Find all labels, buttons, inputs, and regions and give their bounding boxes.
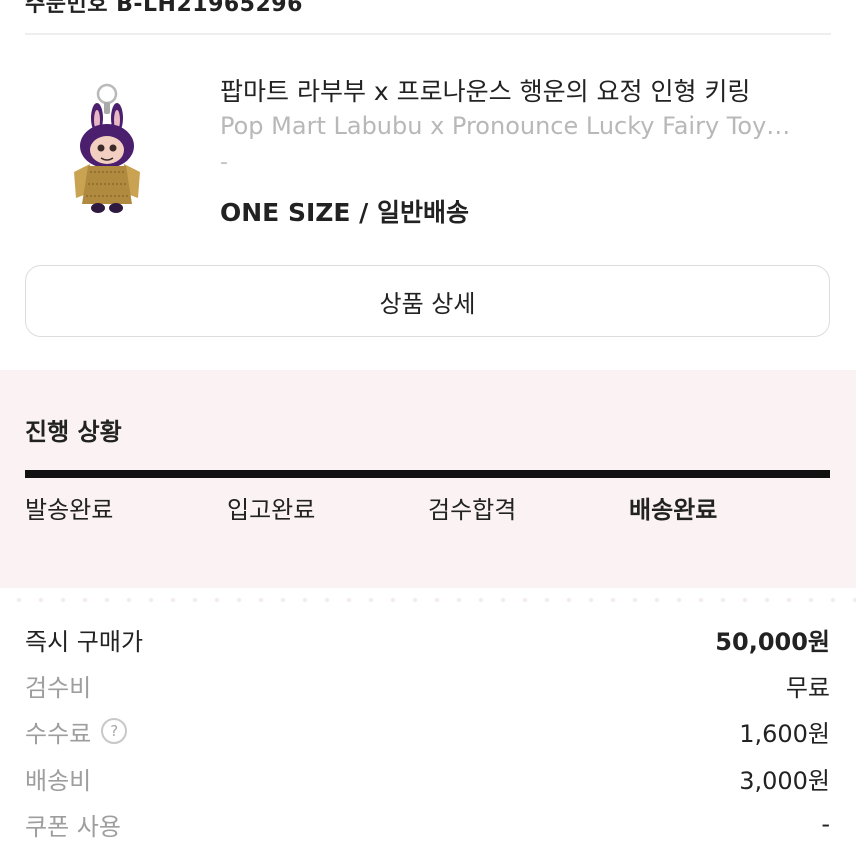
price-label: 검수비 — [25, 673, 92, 702]
price-value: 무료 — [785, 673, 830, 702]
product-image[interactable] — [60, 80, 150, 220]
price-label: 배송비 — [25, 766, 92, 795]
progress-step-inspected: 검수합격 — [428, 496, 517, 524]
price-row-coupon: 쿠폰 사용 - — [25, 806, 830, 842]
price-label: 수수료 — [25, 719, 92, 748]
question-circle-icon[interactable]: ? — [101, 718, 128, 744]
progress-step-shipped: 발송완료 — [25, 496, 114, 524]
progress-bar-fill — [25, 470, 830, 478]
price-value: - — [821, 810, 830, 838]
progress-step-received: 입고완료 — [227, 496, 316, 524]
product-title-korean[interactable]: 팝마트 라부부 x 프로나운스 행운의 요정 인형 키링 — [220, 72, 750, 108]
price-value: 50,000원 — [715, 627, 830, 656]
product-option: ONE SIZE / 일반배송 — [220, 198, 470, 227]
price-label-group: 수수료 ? — [25, 714, 128, 749]
price-label: 쿠폰 사용 — [25, 812, 121, 841]
progress-step-delivered: 배송완료 — [629, 496, 718, 524]
product-detail-button[interactable]: 상품 상세 — [25, 265, 830, 337]
price-label: 즉시 구매가 — [25, 627, 144, 656]
price-row-inspection-fee: 검수비 무료 — [25, 667, 830, 703]
divider — [25, 33, 831, 35]
decorative-divider — [0, 590, 856, 610]
price-value: 1,600원 — [739, 719, 830, 748]
labubu-keyring-image — [74, 83, 140, 213]
progress-heading: 진행 상황 — [25, 418, 122, 446]
price-row-buy-now: 즉시 구매가 50,000원 — [25, 621, 830, 657]
product-title-english[interactable]: Pop Mart Labubu x Pronounce Lucky Fairy … — [220, 112, 820, 140]
product-subline: - — [220, 150, 228, 175]
order-detail-page: 주문번호 B-LH21965296 팝마트 라부부 x 프로나운스 행운의 요정… — [0, 0, 856, 856]
price-row-commission: 수수료 ? 1,600원 — [25, 713, 830, 749]
progress-bar — [25, 470, 830, 478]
price-value: 3,000원 — [739, 766, 830, 795]
order-number: 주문번호 B-LH21965296 — [25, 0, 303, 17]
progress-section: 진행 상황 발송완료 입고완료 검수합격 배송완료 — [0, 370, 856, 588]
price-row-shipping-fee: 배송비 3,000원 — [25, 760, 830, 796]
